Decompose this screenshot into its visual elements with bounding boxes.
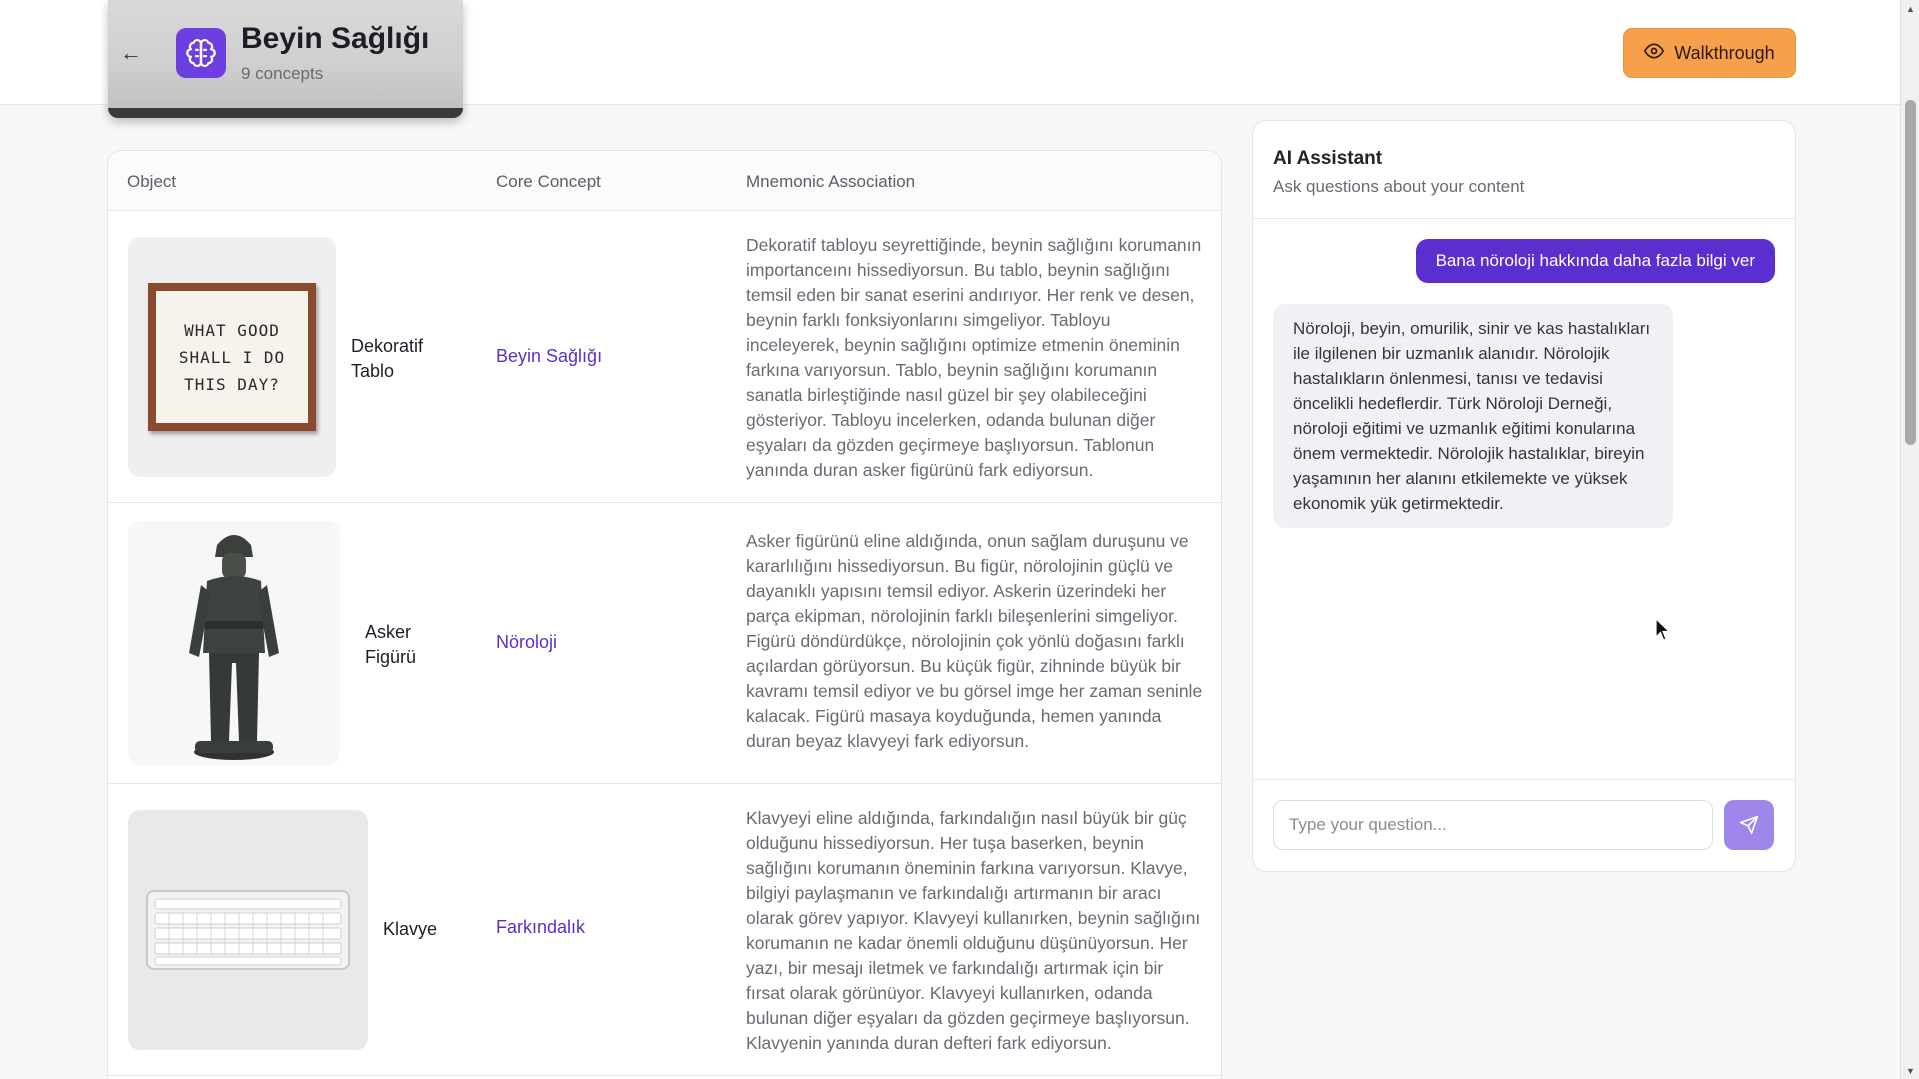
table-row: Klavye Farkındalık Klavyeyi eline aldığı… — [108, 784, 1221, 1076]
scrollbar-thumb[interactable] — [1905, 100, 1916, 445]
back-arrow-icon[interactable]: ← — [116, 38, 146, 68]
scroll-down-arrow-icon[interactable]: ▼ — [1901, 1062, 1919, 1079]
user-message: Bana nöroloji hakkında daha fazla bilgi … — [1415, 239, 1775, 283]
send-button[interactable] — [1724, 800, 1774, 850]
mnemonic-text: Klavyeyi eline aldığında, farkındalığın … — [746, 808, 1201, 1053]
object-name: Asker Figürü — [365, 622, 417, 667]
column-header-mnemonic: Mnemonic Association — [746, 172, 916, 191]
painting-image: WHAT GOOD SHALL I DO THIS DAY? — [148, 283, 316, 431]
walkthrough-button[interactable]: Walkthrough — [1623, 28, 1796, 78]
concept-link[interactable]: Nöroloji — [496, 632, 557, 653]
column-header-object: Object — [127, 172, 177, 191]
concept-link[interactable]: Beyin Sağlığı — [496, 346, 602, 367]
mouse-cursor-icon — [1655, 617, 1671, 647]
keyboard-image — [146, 890, 350, 970]
mnemonic-text: Asker figürünü eline aldığında, onun sağ… — [746, 531, 1203, 751]
table-row: WHAT GOOD SHALL I DO THIS DAY? Dekoratif… — [108, 211, 1221, 503]
top-header: ← Beyin Sağlığı 9 concepts Walkthrough — [0, 0, 1900, 118]
object-name: Klavye — [383, 919, 438, 939]
ai-assistant-panel: AI Assistant Ask questions about your co… — [1252, 120, 1796, 872]
chat-footer — [1253, 779, 1795, 871]
soldier-figure-image — [189, 535, 279, 760]
brain-icon — [176, 28, 226, 78]
concept-count: 9 concepts — [241, 64, 324, 83]
ai-message: Nöroloji, beyin, omurilik, sinir ve kas … — [1273, 304, 1673, 528]
mnemonic-text: Dekoratif tabloyu seyrettiğinde, beynin … — [746, 235, 1202, 480]
header-background-image — [108, 0, 463, 118]
chat-subtitle: Ask questions about your content — [1273, 177, 1525, 196]
table-row: Asker Figürü Nöroloji Asker figürünü eli… — [108, 503, 1221, 784]
eye-icon — [1644, 41, 1665, 66]
send-icon — [1739, 815, 1759, 835]
object-image — [128, 521, 340, 765]
page-title: Beyin Sağlığı — [241, 22, 430, 55]
vertical-scrollbar[interactable]: ▲ ▼ — [1900, 0, 1919, 1079]
object-name: Dekoratif Tablo — [351, 336, 424, 381]
table-header: Object Core Concept Mnemonic Association — [108, 151, 1221, 211]
object-image — [128, 810, 368, 1050]
column-header-core-concept: Core Concept — [496, 172, 601, 191]
object-image: WHAT GOOD SHALL I DO THIS DAY? — [128, 237, 336, 477]
question-input[interactable] — [1273, 800, 1713, 850]
painting-text: WHAT GOOD SHALL I DO THIS DAY? — [178, 320, 286, 394]
scroll-up-arrow-icon[interactable]: ▲ — [1901, 0, 1919, 17]
chat-title: AI Assistant — [1273, 148, 1383, 169]
chat-header: AI Assistant Ask questions about your co… — [1253, 121, 1795, 219]
concepts-table: Object Core Concept Mnemonic Association… — [107, 150, 1222, 1079]
concept-link[interactable]: Farkındalık — [496, 917, 585, 938]
walkthrough-label: Walkthrough — [1674, 42, 1775, 63]
